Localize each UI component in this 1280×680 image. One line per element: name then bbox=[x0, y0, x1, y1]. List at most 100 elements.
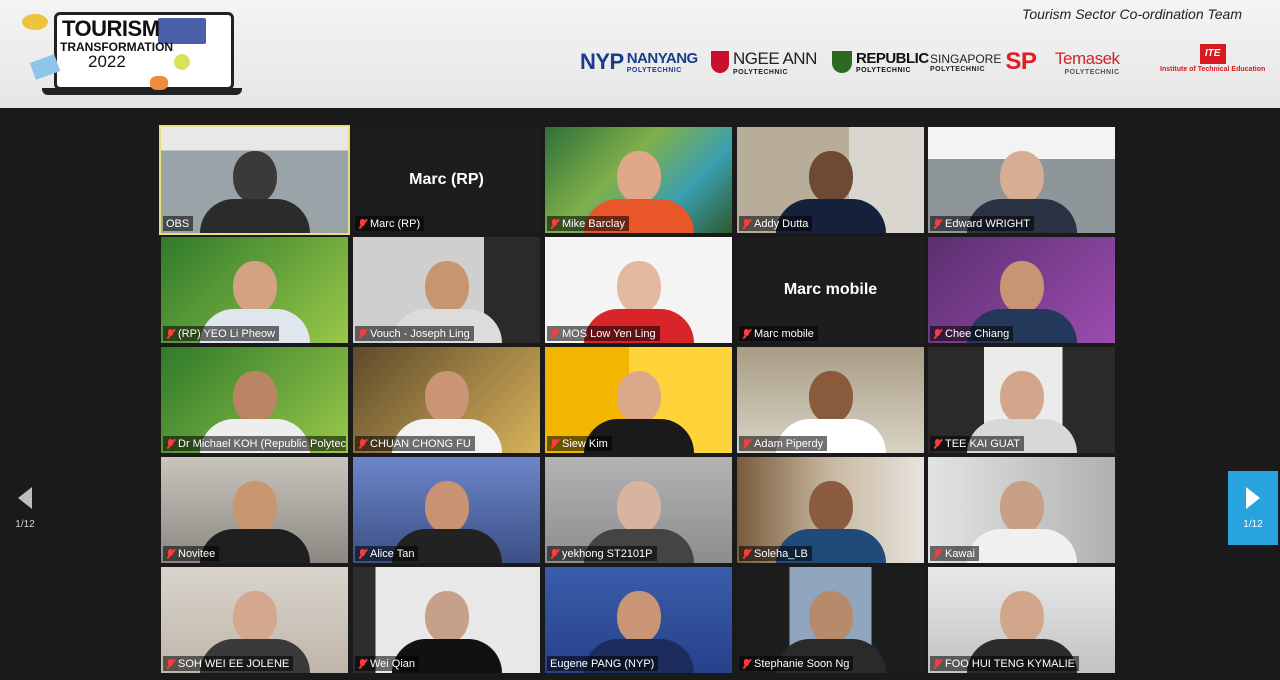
logo-ngee-ann: NGEE ANN POLYTECHNIC bbox=[711, 44, 817, 80]
participant-tile[interactable]: (RP) YEO Li Pheow bbox=[161, 237, 348, 343]
participant-tile[interactable]: SOH WEI EE JOLENE bbox=[161, 567, 348, 673]
participant-name-bar: Wei Qian bbox=[355, 656, 420, 671]
muted-mic-icon bbox=[742, 548, 751, 559]
muted-mic-icon bbox=[933, 218, 942, 229]
participant-tile[interactable]: Wei Qian bbox=[353, 567, 540, 673]
participant-tile[interactable]: Dr Michael KOH (Republic Polytec... bbox=[161, 347, 348, 453]
participant-tile[interactable]: yekhong ST2101P bbox=[545, 457, 732, 563]
participant-name-bar: Siew Kim bbox=[547, 436, 612, 451]
participant-name-bar: OBS bbox=[163, 216, 194, 231]
participant-display-name: Marc (RP) bbox=[409, 171, 484, 188]
participant-tile[interactable]: MOS Low Yen Ling bbox=[545, 237, 732, 343]
participant-name: Soleha_LB bbox=[754, 547, 808, 560]
partner-logos: NYP NANYANG POLYTECHNIC NGEE ANN POLYTEC… bbox=[0, 43, 1280, 84]
participant-name: Mike Barclay bbox=[562, 217, 625, 230]
participant-video-silhouette bbox=[966, 481, 1077, 563]
participant-name-bar: Mike Barclay bbox=[547, 216, 629, 231]
participant-tile[interactable]: CHUAN CHONG FU bbox=[353, 347, 540, 453]
prev-page-button[interactable]: 1/12 bbox=[0, 471, 50, 545]
muted-mic-icon bbox=[742, 328, 751, 339]
participant-name: Alice Tan bbox=[370, 547, 415, 560]
participant-tile[interactable]: Eugene PANG (NYP) bbox=[545, 567, 732, 673]
participant-name: Dr Michael KOH (Republic Polytec... bbox=[178, 437, 346, 450]
muted-mic-icon bbox=[358, 328, 367, 339]
muted-mic-icon bbox=[933, 438, 942, 449]
participant-name: Chee Chiang bbox=[945, 327, 1010, 340]
participant-name-bar: Stephanie Soon Ng bbox=[739, 656, 854, 671]
participant-name-bar: Marc mobile bbox=[739, 326, 818, 341]
participant-tile[interactable]: Mike Barclay bbox=[545, 127, 732, 233]
logo-temasek: Temasek POLYTECHNIC bbox=[1055, 48, 1120, 76]
participant-display-name: Marc mobile bbox=[783, 281, 878, 298]
participant-tile[interactable]: Marc (RP) Marc (RP) bbox=[353, 127, 540, 233]
team-label: Tourism Sector Co-ordination Team bbox=[1022, 6, 1242, 22]
participant-name-bar: Novitee bbox=[163, 546, 220, 561]
muted-mic-icon bbox=[166, 658, 175, 669]
participant-name: yekhong ST2101P bbox=[562, 547, 653, 560]
participant-name: Addy Dutta bbox=[754, 217, 809, 230]
participant-tile[interactable]: Addy Dutta bbox=[737, 127, 924, 233]
participant-name: MOS Low Yen Ling bbox=[562, 327, 656, 340]
next-page-button[interactable]: 1/12 bbox=[1228, 471, 1278, 545]
muted-mic-icon bbox=[933, 328, 942, 339]
participant-name-bar: Eugene PANG (NYP) bbox=[547, 656, 659, 671]
chevron-right-icon bbox=[1246, 486, 1260, 509]
participant-name-bar: Dr Michael KOH (Republic Polytec... bbox=[163, 436, 346, 451]
participant-name: Eugene PANG (NYP) bbox=[550, 657, 655, 670]
participant-name: OBS bbox=[166, 217, 190, 230]
participant-name-bar: Chee Chiang bbox=[930, 326, 1014, 341]
muted-mic-icon bbox=[933, 658, 942, 669]
participant-name-bar: CHUAN CHONG FU bbox=[355, 436, 475, 451]
muted-mic-icon bbox=[550, 548, 559, 559]
participant-tile[interactable]: Alice Tan bbox=[353, 457, 540, 563]
participant-tile[interactable]: FOO HUI TENG KYMALIE bbox=[928, 567, 1115, 673]
participant-tile[interactable]: Marc mobile Marc mobile bbox=[737, 237, 924, 343]
participant-tile[interactable]: Kawai bbox=[928, 457, 1115, 563]
participant-tile[interactable]: Stephanie Soon Ng bbox=[737, 567, 924, 673]
participant-name: Siew Kim bbox=[562, 437, 608, 450]
participant-tile[interactable]: OBS bbox=[159, 125, 350, 235]
event-banner: TOURISM TRANSFORMATION 2022 Tourism Sect… bbox=[0, 0, 1280, 108]
logo-republic: REPUBLIC POLYTECHNIC bbox=[832, 44, 929, 80]
muted-mic-icon bbox=[166, 548, 175, 559]
participant-name-bar: TEE KAI GUAT bbox=[930, 436, 1024, 451]
participant-tile[interactable]: Vouch - Joseph Ling bbox=[353, 237, 540, 343]
participant-name: Novitee bbox=[178, 547, 216, 560]
muted-mic-icon bbox=[933, 548, 942, 559]
participant-name: Marc (RP) bbox=[370, 217, 421, 230]
participant-name: CHUAN CHONG FU bbox=[370, 437, 471, 450]
participant-tile[interactable]: Siew Kim bbox=[545, 347, 732, 453]
participant-tile[interactable]: Chee Chiang bbox=[928, 237, 1115, 343]
muted-mic-icon bbox=[166, 438, 175, 449]
participant-tile[interactable]: Novitee bbox=[161, 457, 348, 563]
participant-name-bar: (RP) YEO Li Pheow bbox=[163, 326, 280, 341]
participant-tile[interactable]: Edward WRIGHT bbox=[928, 127, 1115, 233]
participant-name-bar: Alice Tan bbox=[355, 546, 419, 561]
participant-name: Stephanie Soon Ng bbox=[754, 657, 850, 670]
muted-mic-icon bbox=[742, 218, 751, 229]
participant-name-bar: yekhong ST2101P bbox=[547, 546, 657, 561]
participant-tile[interactable]: Adam Piperdy bbox=[737, 347, 924, 453]
muted-mic-icon bbox=[550, 218, 559, 229]
muted-mic-icon bbox=[358, 548, 367, 559]
participant-name-bar: SOH WEI EE JOLENE bbox=[163, 656, 294, 671]
muted-mic-icon bbox=[358, 218, 367, 229]
muted-mic-icon bbox=[550, 438, 559, 449]
participant-name-bar: MOS Low Yen Ling bbox=[547, 326, 660, 341]
participant-name: Wei Qian bbox=[370, 657, 416, 670]
participant-name: (RP) YEO Li Pheow bbox=[178, 327, 276, 340]
participant-tile[interactable]: Soleha_LB bbox=[737, 457, 924, 563]
muted-mic-icon bbox=[742, 658, 751, 669]
muted-mic-icon bbox=[166, 328, 175, 339]
page-indicator: 1/12 bbox=[15, 518, 35, 530]
participant-tile[interactable]: TEE KAI GUAT bbox=[928, 347, 1115, 453]
participant-name: TEE KAI GUAT bbox=[945, 437, 1020, 450]
muted-mic-icon bbox=[358, 658, 367, 669]
event-title: TOURISM bbox=[62, 16, 160, 41]
participant-name-bar: Kawai bbox=[930, 546, 979, 561]
participant-name: Vouch - Joseph Ling bbox=[370, 327, 470, 340]
logo-sp: SINGAPORE POLYTECHNIC SP bbox=[930, 48, 1037, 75]
chevron-left-icon bbox=[18, 486, 32, 509]
participant-name-bar: Adam Piperdy bbox=[739, 436, 828, 451]
logo-ite: ITE Institute of Technical Education bbox=[1160, 40, 1265, 76]
